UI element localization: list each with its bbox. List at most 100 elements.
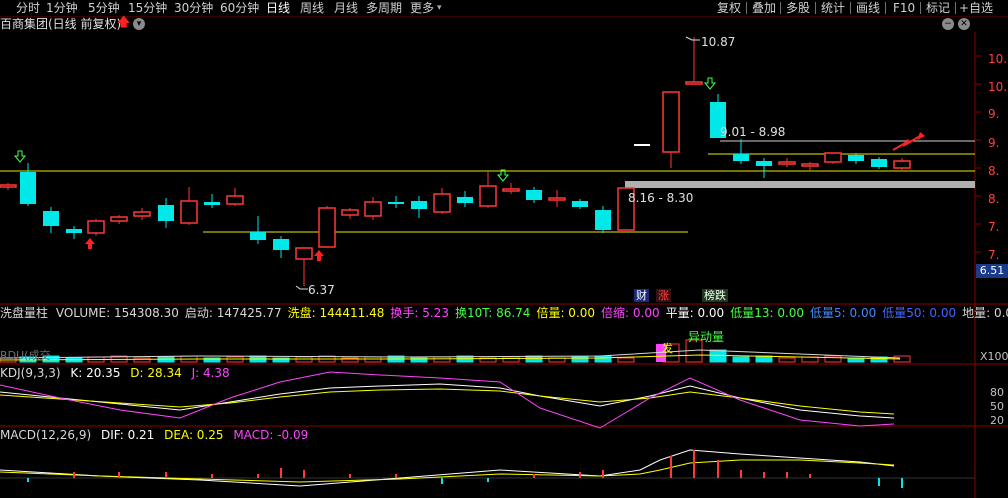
finance-badge[interactable]: 财 <box>634 289 649 302</box>
fa-label: 发 <box>662 342 673 355</box>
candle-body <box>341 209 359 216</box>
last-price-tag: 6.51 <box>976 264 1008 278</box>
volume-bar <box>709 349 727 363</box>
candle-body <box>66 229 82 233</box>
rise-badge[interactable]: 涨 <box>656 289 671 302</box>
volume-bar <box>502 356 520 363</box>
candle-body <box>756 161 772 166</box>
price-axis-label: 7. <box>988 248 1000 262</box>
volume-stat-5: 倍量: 0.00 <box>536 306 596 320</box>
kdj-axis-label: 20 <box>990 414 1004 427</box>
kdj-j-line <box>0 371 895 429</box>
volume-stat-10: 低量50: 0.00 <box>882 306 957 320</box>
candle-body <box>388 202 404 204</box>
macd-title: MACD(12,26,9) <box>0 428 92 442</box>
volume-indicator-name: 洗盘量柱 <box>0 306 49 320</box>
volume-axis-label: X100 <box>980 350 1008 363</box>
candle-body <box>433 193 451 213</box>
candle-body <box>778 161 796 165</box>
candle-body <box>411 201 427 209</box>
sell-arrow-icon <box>13 150 27 163</box>
price-axis-label: 10. <box>988 80 1008 94</box>
macd-macd-value: MACD: -0.09 <box>233 428 309 442</box>
volume-stat-1: 启动: 147425.77 <box>184 306 282 320</box>
abnormal-volume-label: 异动量 <box>688 330 725 344</box>
volume-bar <box>433 356 451 363</box>
ranking-badge[interactable]: 榜跌 <box>702 289 728 302</box>
volume-stat-0: VOLUME: 154308.30 <box>55 306 179 320</box>
volume-stat-11: 地量: 0.00 <box>962 306 1008 320</box>
volume-bar <box>133 357 151 363</box>
candle-body <box>457 197 473 203</box>
candle-body <box>526 190 542 200</box>
candle-body <box>180 200 198 224</box>
candle-body <box>110 216 128 222</box>
candle-body <box>43 211 59 226</box>
candle-body <box>685 81 703 85</box>
sell-arrow-icon <box>496 169 510 182</box>
range-upper-label: 9.01 - 8.98 <box>720 125 786 139</box>
volume-stat-3: 换手: 5.23 <box>390 306 449 320</box>
macd-dif-value: DIF: 0.21 <box>100 428 155 442</box>
candle-body <box>318 207 336 248</box>
kdj-d-value: D: 28.34 <box>130 366 182 380</box>
candle-body <box>364 201 382 217</box>
candle-body <box>548 197 566 201</box>
volume-stat-7: 平量: 0.00 <box>665 306 725 320</box>
low-price-label: 6.37 <box>308 283 335 297</box>
price-axis-label: 7. <box>988 220 1000 234</box>
kdj-indicator-row: KDJ(9,3,3) K: 20.35 D: 28.34 J: 4.38 <box>0 366 236 380</box>
candle-body <box>801 163 819 167</box>
candle-body <box>204 202 220 205</box>
volume-side-label: RDU(成交 <box>0 349 51 362</box>
volume-bar <box>824 355 842 363</box>
price-axis-label: 10. <box>988 52 1008 66</box>
candle-body <box>595 210 611 230</box>
candle-body <box>133 211 151 217</box>
high-pointer <box>685 36 700 41</box>
macd-dea-value: DEA: 0.25 <box>164 428 224 442</box>
candle-body <box>250 232 266 240</box>
volume-stat-2: 洗盘: 144411.48 <box>287 306 385 320</box>
volume-bar <box>732 356 750 363</box>
price-axis-label: 8. <box>988 192 1000 206</box>
candle-body <box>733 154 749 161</box>
candle-body <box>295 247 313 260</box>
kdj-axis-label: 50 <box>990 400 1004 413</box>
volume-stat-8: 低量13: 0.00 <box>730 306 805 320</box>
kdj-axis-label: 80 <box>990 386 1004 399</box>
candle-body <box>848 155 864 161</box>
kline-chart[interactable] <box>0 0 1008 498</box>
gray-range-band <box>625 181 975 188</box>
kdj-k-value: K: 20.35 <box>70 366 121 380</box>
volume-stat-6: 倍缩: 0.00 <box>601 306 660 320</box>
price-axis-label: 9. <box>988 136 1000 150</box>
candle-body <box>273 239 289 250</box>
low-pointer <box>295 285 308 290</box>
candle-body <box>158 205 174 221</box>
price-axis-label: 8. <box>988 164 1000 178</box>
candle-body <box>0 184 17 188</box>
macd-indicator-row: MACD(12,26,9) DIF: 0.21 DEA: 0.25 MACD: … <box>0 428 314 442</box>
high-price-label: 10.87 <box>701 35 736 49</box>
kdj-title: KDJ(9,3,3) <box>0 366 61 380</box>
candle-body <box>893 160 911 169</box>
candle-body <box>479 185 497 207</box>
macd-dif-line <box>0 449 895 487</box>
volume-indicator-row: 洗盘量柱 VOLUME: 154308.30 启动: 147425.77 洗盘: 1… <box>0 306 1008 320</box>
candle-body <box>572 201 588 207</box>
buy-arrow-icon <box>314 250 324 261</box>
volume-bar <box>594 355 612 363</box>
volume-bar <box>525 355 543 363</box>
candle-body <box>502 188 520 192</box>
macd-dea-line <box>0 459 895 483</box>
range-lower-label: 8.16 - 8.30 <box>628 191 694 205</box>
candle-body <box>87 220 105 234</box>
volume-stat-4: 换10T: 86.74 <box>454 306 531 320</box>
buy-arrow-icon <box>85 238 95 249</box>
candle-body <box>871 159 887 167</box>
candle-body <box>824 152 842 163</box>
candle-body <box>662 91 680 153</box>
volume-stat-9: 低量5: 0.00 <box>810 306 877 320</box>
kdj-j-value: J: 4.38 <box>191 366 230 380</box>
